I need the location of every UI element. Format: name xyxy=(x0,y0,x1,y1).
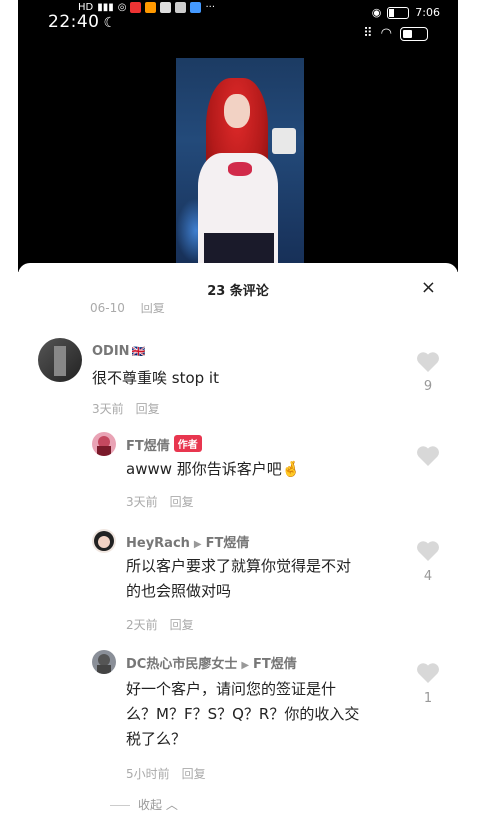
author-name: FT煜倩 xyxy=(126,439,170,454)
comment-text: 所以客户要求了就算你觉得是不对 的也会照做对吗 xyxy=(126,554,351,604)
avatar-odin[interactable] xyxy=(38,338,82,382)
comment-line: 么？M？F？S？Q？R？你的收入交 xyxy=(126,705,360,723)
app-icon-red xyxy=(130,2,142,13)
comment-author-odin[interactable]: ODIN 🇬🇧 xyxy=(92,344,145,359)
comment-meta: 5小时前 回复 xyxy=(126,765,206,782)
previous-comment-meta: 06-10 回复 xyxy=(90,301,177,316)
wifi-icon: ◠ xyxy=(380,26,392,41)
like-count: 4 xyxy=(423,569,433,584)
reply-button[interactable]: 回复 xyxy=(170,618,194,632)
collapse-divider xyxy=(110,805,130,806)
collapse-label: 收起 xyxy=(138,798,163,812)
clock-text: 22:40 xyxy=(48,12,100,32)
app-icon-gray xyxy=(175,2,187,13)
comment-line: 的也会照做对吗 xyxy=(126,582,232,600)
collapse-replies-button[interactable]: 收起 ︿ xyxy=(110,796,178,813)
avatar-ft[interactable] xyxy=(92,432,116,456)
red-bow xyxy=(228,162,252,176)
battery-icon-small xyxy=(387,6,410,19)
previous-time: 06-10 xyxy=(90,301,125,315)
reply-button[interactable]: 回复 xyxy=(170,495,194,509)
moon-icon: ☾ xyxy=(103,15,117,31)
mail-icon xyxy=(160,2,172,13)
comment-meta: 3天前 回复 xyxy=(92,400,160,417)
comment-line: 所以客户要求了就算你觉得是不对 xyxy=(126,557,352,575)
chevron-up-icon: ︿ xyxy=(162,798,178,812)
comment-time: 5小时前 xyxy=(126,767,170,781)
video-thumbnail[interactable] xyxy=(176,58,304,263)
uk-flag-icon: 🇬🇧 xyxy=(131,345,146,358)
comment-time: 3天前 xyxy=(92,402,124,416)
comment-author-heyrach[interactable]: HeyRach ▶ FT煜倩 xyxy=(126,532,249,551)
battery-icon xyxy=(400,26,428,41)
author-name: HeyRach xyxy=(126,536,190,551)
like-count: 1 xyxy=(423,691,433,706)
status-right-bottom: ⠿ ◠ xyxy=(363,26,428,41)
comment-line: 税了么？ xyxy=(126,730,187,748)
close-button[interactable]: × xyxy=(421,277,436,298)
status-time-top: 7:06 xyxy=(415,6,440,19)
avatar-heyrach[interactable] xyxy=(92,529,116,553)
status-bar: HD ▮▮▮ ◎ ··· ◉ 7:06 22:40 ☾ ⠿ ◠ xyxy=(18,0,458,46)
comment-time: 3天前 xyxy=(126,495,158,509)
skirt xyxy=(204,233,274,263)
comments-count-title: 23 条评论 xyxy=(207,284,269,299)
reply-button[interactable]: 回复 xyxy=(136,402,160,416)
face xyxy=(224,94,250,128)
comment-meta: 3天前 回复 xyxy=(126,493,194,510)
hotspot-icon: ◎ xyxy=(117,2,127,13)
previous-reply-button[interactable]: 回复 xyxy=(141,303,165,315)
heart-icon[interactable] xyxy=(416,445,440,467)
reply-to-name: FT煜倩 xyxy=(253,657,297,672)
comment-author-ft[interactable]: FT煜倩 作者 xyxy=(126,435,202,454)
heart-icon[interactable] xyxy=(416,662,440,684)
comment-text: 很不尊重唉 stop it xyxy=(92,369,219,387)
comment-line: 好一个客户，请问您的签证是什 xyxy=(126,680,337,698)
avatar-dc[interactable] xyxy=(92,650,116,674)
avatar-heyrach-figure xyxy=(94,531,114,551)
reply-arrow-icon: ▶ xyxy=(241,660,250,671)
comment-author-dc[interactable]: DC热心市民廖女士 ▶ FT煜倩 xyxy=(126,653,297,672)
heart-icon[interactable] xyxy=(416,540,440,562)
reply-to-name: FT煜倩 xyxy=(205,536,250,551)
more-icon: ··· xyxy=(205,2,216,13)
comment-text-body: awww 那你告诉客户吧 xyxy=(126,460,282,478)
like-count: 9 xyxy=(423,379,433,394)
reply-button[interactable]: 回复 xyxy=(182,767,206,781)
heart-icon[interactable] xyxy=(416,351,440,373)
crossed-fingers-icon: 🤞 xyxy=(281,460,301,478)
avatar-dc-figure xyxy=(97,654,111,674)
comment-text: 好一个客户，请问您的签证是什么？M？F？S？Q？R？你的收入交 税了么？ xyxy=(126,677,359,752)
status-right-top: ◉ 7:06 xyxy=(372,6,440,19)
app-icon-orange xyxy=(145,2,157,13)
comments-sheet: 23 条评论 × 06-10 回复 ODIN 🇬🇧 很不尊重唉 stop it 3… xyxy=(18,263,458,827)
background-sign xyxy=(272,128,296,154)
eye-icon: ◉ xyxy=(371,6,382,19)
cell-signal-icon: ⠿ xyxy=(363,26,373,41)
status-time-main: 22:40 ☾ xyxy=(48,12,117,32)
avatar-odin-figure xyxy=(54,346,66,376)
comment-meta: 2天前 回复 xyxy=(126,616,194,633)
author-name: DC热心市民廖女士 xyxy=(126,657,238,672)
app-icon-blue xyxy=(190,2,202,13)
avatar-ft-figure xyxy=(97,436,111,456)
author-name: ODIN xyxy=(92,344,130,359)
reply-arrow-icon: ▶ xyxy=(193,539,202,550)
author-tag: 作者 xyxy=(173,435,202,452)
comment-time: 2天前 xyxy=(126,618,158,632)
comment-text: awww 那你告诉客户吧🤞 xyxy=(126,457,300,482)
